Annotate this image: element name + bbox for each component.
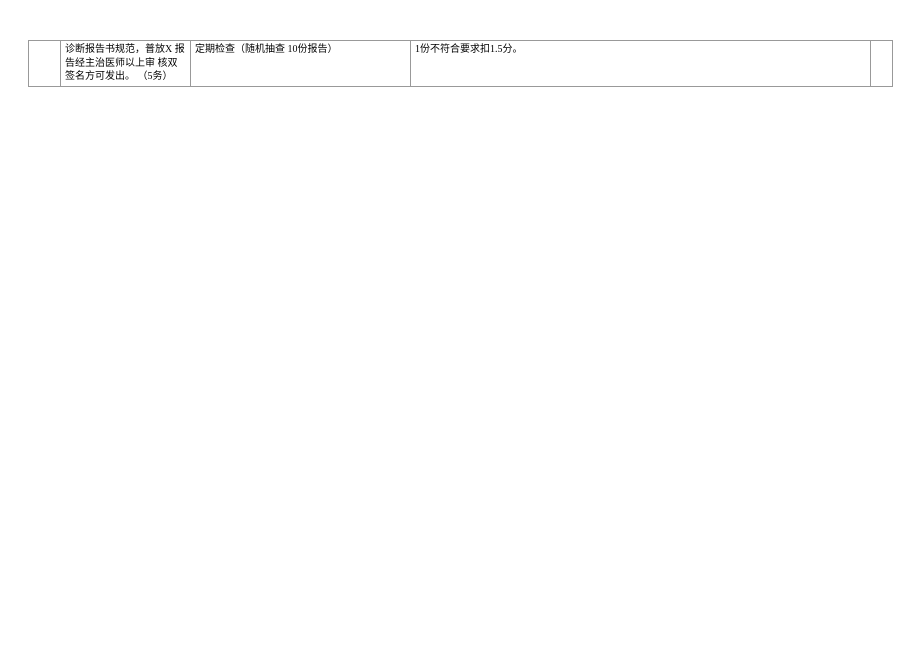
cell-method: 定期检查（随机抽查 10份报告） bbox=[191, 41, 411, 87]
table-row: 诊断报告书规范，普放X 报告经主治医师以上审 核双签名方可发出。 （5务） 定期… bbox=[29, 41, 893, 87]
cell-scoring: 1份不符合要求扣1.5分。 bbox=[411, 41, 871, 87]
cell-index bbox=[29, 41, 61, 87]
assessment-table: 诊断报告书规范，普放X 报告经主治医师以上审 核双签名方可发出。 （5务） 定期… bbox=[28, 40, 893, 87]
cell-score bbox=[871, 41, 893, 87]
cell-criteria: 诊断报告书规范，普放X 报告经主治医师以上审 核双签名方可发出。 （5务） bbox=[61, 41, 191, 87]
